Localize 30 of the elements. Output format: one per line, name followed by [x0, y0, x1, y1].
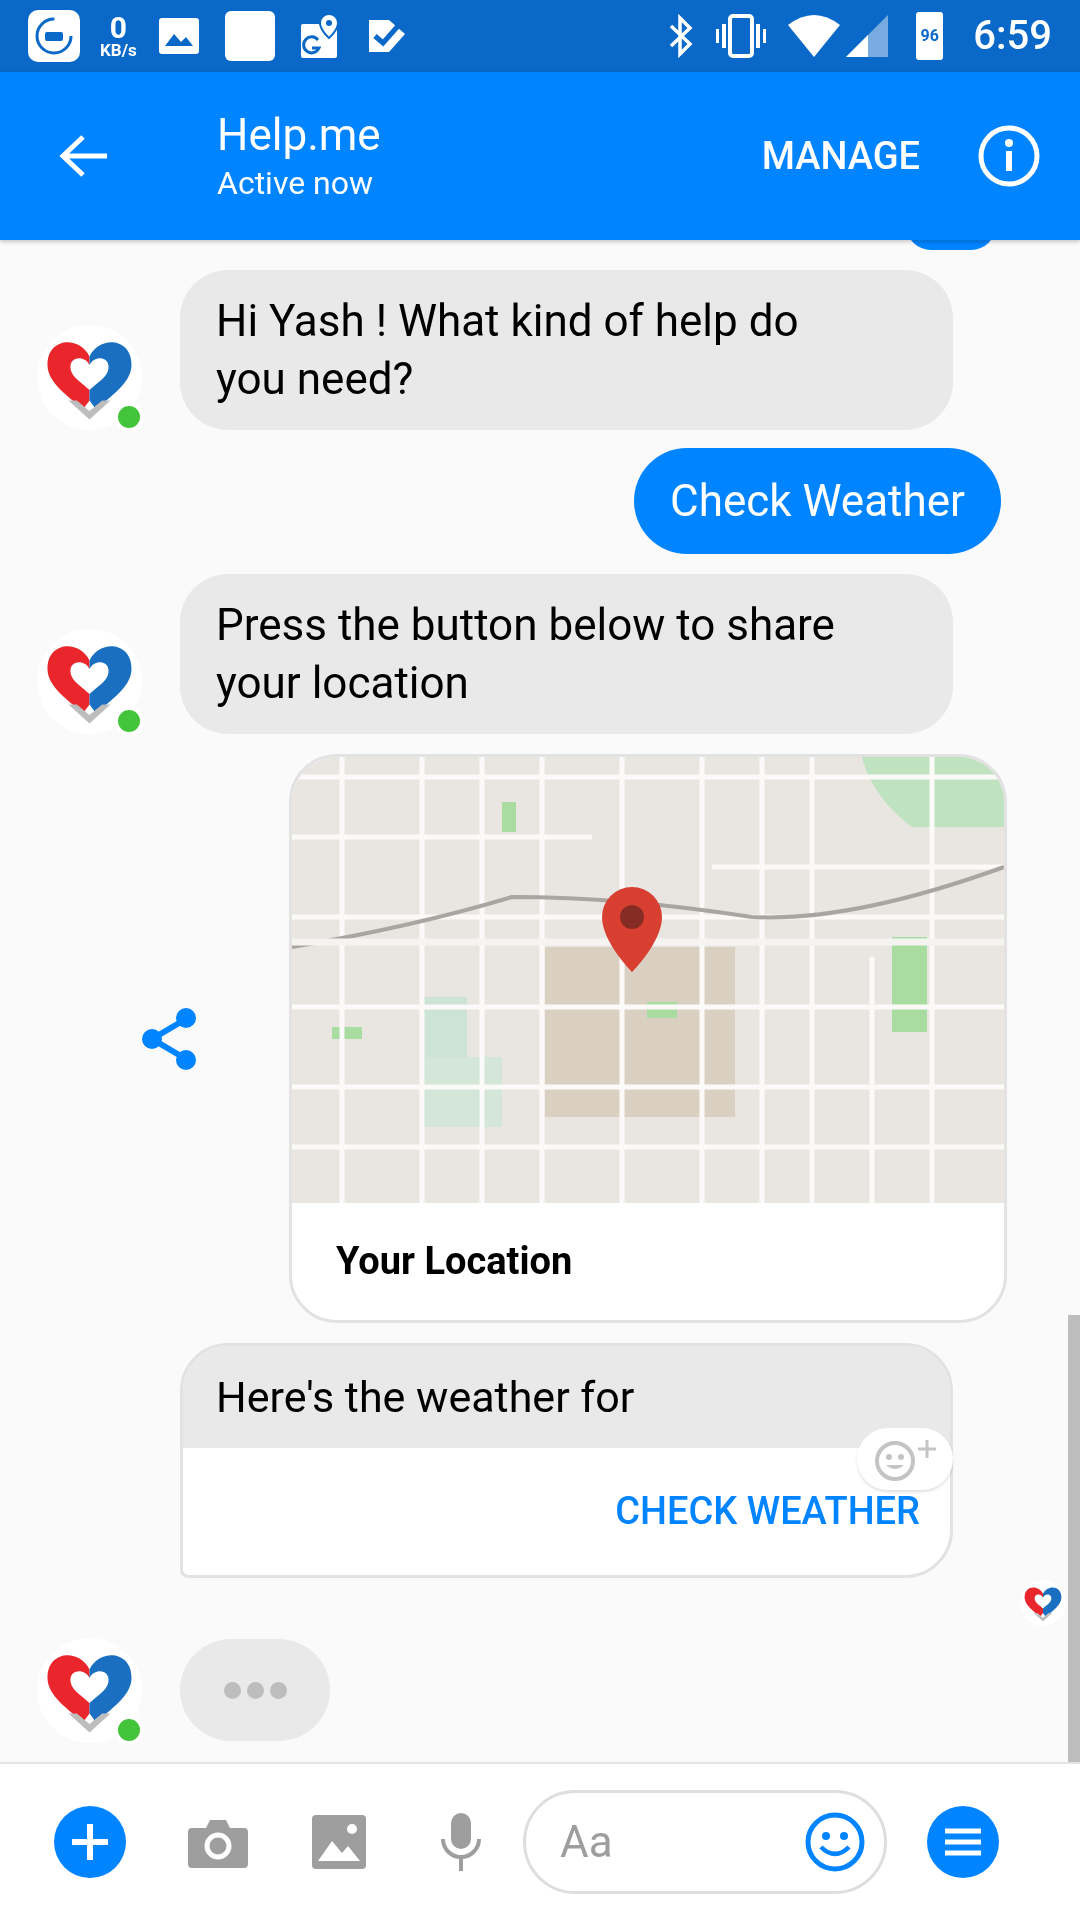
check-weather-button[interactable]: CHECK WEATHER: [615, 1483, 920, 1540]
message-input[interactable]: Aa: [560, 1809, 804, 1875]
emoji-icon[interactable]: [804, 1811, 866, 1873]
active-status: Active now: [217, 163, 375, 204]
status-time: 6:59: [973, 11, 1052, 61]
signal-icon: [846, 15, 889, 57]
chat-title: Help.me: [217, 108, 382, 162]
image-icon[interactable]: [312, 1815, 366, 1869]
manage-button[interactable]: MANAGE: [761, 127, 920, 185]
composer-field[interactable]: Aa: [523, 1790, 887, 1894]
wifi-icon: [788, 15, 841, 57]
card-message: Here's the weather for: [216, 1370, 635, 1424]
gallery-icon: [158, 18, 199, 54]
speed-unit: KB/s: [100, 41, 137, 59]
battery-level: 96: [920, 25, 939, 47]
network-speed: 0: [109, 13, 127, 42]
received-message: Press the button below to share your location: [180, 574, 953, 734]
menu-icon: [945, 1827, 981, 1857]
bluetooth-icon: [668, 14, 695, 58]
received-message: Hi Yash ! What kind of help do you need?: [180, 270, 953, 430]
vibrate-icon: [716, 14, 767, 58]
location-title: Your Location: [336, 1238, 573, 1285]
microphone-icon[interactable]: [439, 1813, 483, 1871]
location-card[interactable]: Your Location: [289, 754, 1007, 1323]
back-arrow-icon: [59, 134, 109, 178]
plus-icon: [70, 1822, 110, 1862]
mi-app-icon: [28, 10, 80, 62]
info-icon[interactable]: [978, 125, 1040, 187]
sent-message: Check Weather: [634, 448, 1001, 554]
app-icon: [224, 11, 275, 61]
